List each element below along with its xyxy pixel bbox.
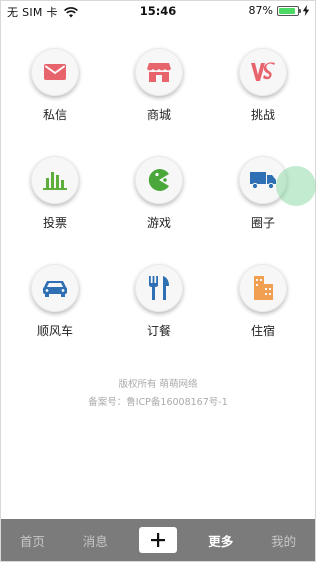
tab-mine[interactable]: 我的 — [252, 531, 315, 550]
copyright-footer: 版权所有 萌萌网络 备案号：鲁ICP备16008167号-1 — [0, 376, 316, 412]
grid-item-label: 圈子 — [250, 216, 275, 230]
challenge-button[interactable] — [239, 48, 287, 96]
order-food-button[interactable] — [135, 264, 183, 312]
grid-item-label: 投票 — [42, 216, 67, 230]
battery-percent: 87% — [248, 4, 273, 17]
truck-icon — [250, 172, 276, 189]
grid-item-label: 商城 — [146, 108, 171, 122]
grid-item-label: 游戏 — [146, 216, 171, 230]
grid-item-private-message[interactable]: 私信 — [3, 40, 107, 148]
envelope-icon — [44, 64, 66, 80]
grid-item-label: 订餐 — [146, 324, 171, 338]
game-button[interactable] — [135, 156, 183, 204]
status-bar: 无 SIM 卡 15:46 87% — [0, 0, 316, 22]
bar-chart-icon — [43, 172, 67, 190]
carpool-button[interactable] — [31, 264, 79, 312]
feature-grid: 私信 商城 挑战 投票 游戏 圈子 顺风车 订餐 住宿 — [0, 40, 316, 364]
cutlery-icon — [149, 276, 169, 300]
tab-messages[interactable]: 消息 — [64, 531, 127, 550]
grid-item-game[interactable]: 游戏 — [107, 148, 211, 256]
grid-item-challenge[interactable]: 挑战 — [211, 40, 315, 148]
status-right: 87% — [249, 4, 310, 17]
plus-icon — [150, 533, 165, 547]
mall-button[interactable] — [135, 48, 183, 96]
battery-icon — [277, 5, 301, 16]
vs-icon — [251, 62, 275, 81]
private-message-button[interactable] — [31, 48, 79, 96]
building-icon — [254, 276, 273, 300]
floating-drag-handle[interactable] — [276, 166, 316, 206]
charging-bolt-icon — [302, 5, 310, 16]
storefront-icon — [147, 63, 171, 82]
battery-fill — [279, 7, 295, 14]
lodging-button[interactable] — [239, 264, 287, 312]
grid-item-carpool[interactable]: 顺风车 — [3, 256, 107, 364]
grid-item-label: 顺风车 — [36, 324, 73, 338]
copyright-line: 版权所有 萌萌网络 — [118, 379, 198, 390]
grid-item-vote[interactable]: 投票 — [3, 148, 107, 256]
tab-home[interactable]: 首页 — [1, 531, 64, 550]
grid-item-label: 挑战 — [250, 108, 275, 122]
vote-button[interactable] — [31, 156, 79, 204]
bottom-tab-bar: 首页 消息 更多 我的 — [1, 519, 315, 561]
grid-item-label: 私信 — [42, 108, 67, 122]
add-button[interactable] — [138, 527, 177, 553]
grid-item-mall[interactable]: 商城 — [107, 40, 211, 148]
tab-more[interactable]: 更多 — [189, 531, 252, 550]
grid-item-label: 住宿 — [250, 324, 275, 338]
tab-add[interactable] — [127, 527, 190, 553]
pacman-icon — [148, 169, 169, 191]
grid-item-order-food[interactable]: 订餐 — [107, 256, 211, 364]
grid-item-lodging[interactable]: 住宿 — [211, 256, 315, 364]
car-icon — [43, 281, 67, 297]
icp-record-line: 备案号：鲁ICP备16008167号-1 — [88, 397, 228, 408]
